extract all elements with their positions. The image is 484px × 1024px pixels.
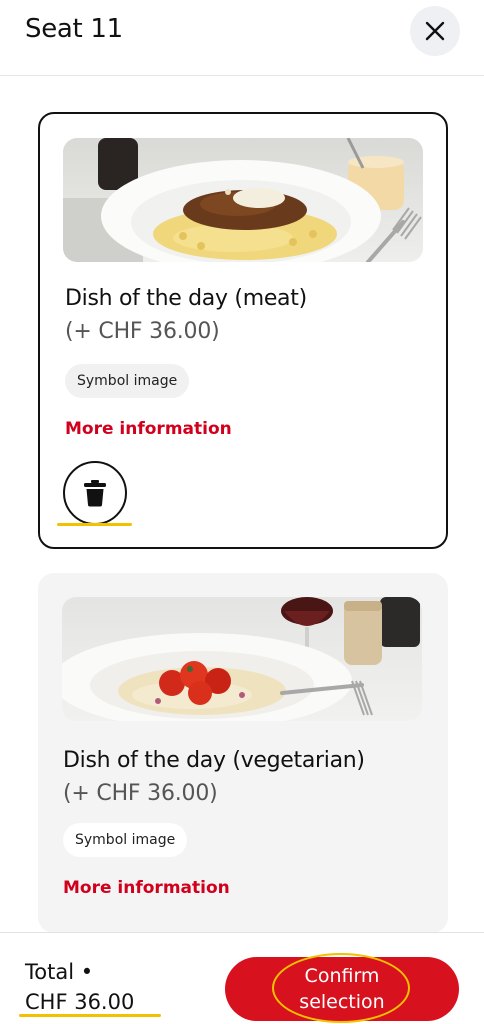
highlight-underline [19, 1014, 161, 1017]
close-icon [425, 21, 445, 41]
total-label: Total • [25, 960, 94, 984]
total-amount: CHF 36.00 [25, 990, 135, 1014]
dish-price: (+ CHF 36.00) [63, 781, 218, 806]
more-information-link[interactable]: More information [63, 878, 230, 898]
header: Seat 11 [0, 0, 484, 76]
highlight-underline [57, 523, 132, 526]
more-information-link[interactable]: More information [65, 419, 232, 439]
dish-card-vegetarian[interactable]: Dish of the day (vegetarian) (+ CHF 36.0… [38, 573, 448, 933]
dish-card-meat[interactable]: Dish of the day (meat) (+ CHF 36.00) Sym… [38, 112, 448, 549]
confirm-selection-button[interactable]: Confirm selection [225, 957, 459, 1021]
pasta-dish-image [63, 138, 423, 262]
trash-icon [84, 480, 106, 507]
dish-price: (+ CHF 36.00) [65, 319, 220, 344]
dish-name: Dish of the day (meat) [65, 286, 307, 311]
close-button[interactable] [410, 6, 460, 56]
symbol-image-tag: Symbol image [65, 364, 190, 398]
page-title: Seat 11 [25, 14, 123, 44]
delete-button[interactable] [63, 461, 127, 525]
footer: Total • CHF 36.00 Confirm selection [0, 932, 484, 1024]
symbol-image-tag: Symbol image [63, 823, 188, 857]
dish-name: Dish of the day (vegetarian) [63, 748, 365, 773]
risotto-dish-image [62, 597, 422, 721]
confirm-button-label: Confirm selection [299, 965, 385, 1013]
